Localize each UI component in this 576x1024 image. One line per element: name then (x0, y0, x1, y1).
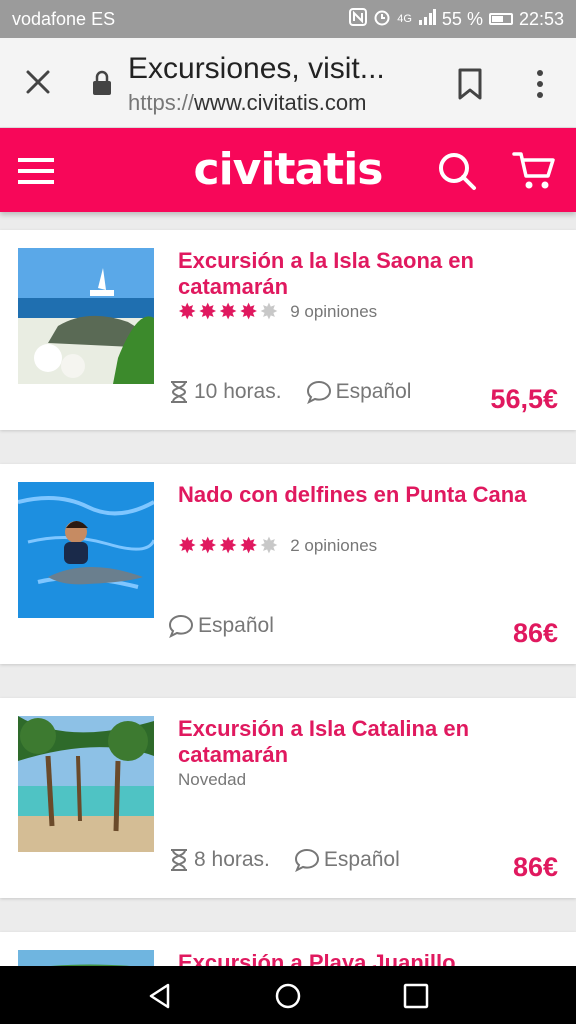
tour-title[interactable]: Nado con delfines en Punta Cana (178, 482, 528, 508)
signal-icon (418, 8, 436, 30)
tour-title[interactable]: Excursión a la Isla Saona en catamarán (178, 248, 528, 300)
language-label: Español (198, 614, 274, 637)
star-rating: ✸ ✸ ✸ ✸ ✸ (178, 299, 279, 324)
speech-bubble-icon (168, 614, 194, 638)
tour-card[interactable]: Excursión a la Isla Saona en catamarán ✸… (0, 230, 576, 430)
half-star-icon: ✸ (259, 299, 279, 324)
star-icon: ✸ (198, 533, 217, 558)
nfc-icon (349, 7, 368, 31)
tour-price: 86€ (512, 852, 558, 882)
tour-rating: ✸ ✸ ✸ ✸ ✸ 2 opiniones (178, 533, 377, 558)
browser-toolbar: Excursiones, visit... https://www.civita… (0, 38, 576, 128)
tour-meta: Español (168, 614, 274, 638)
tour-price: 86€ (512, 618, 558, 648)
battery-percent: 55 % (441, 8, 483, 29)
language: Español (294, 848, 400, 872)
cart-icon[interactable] (512, 150, 556, 192)
tour-price: 56,5€ (490, 384, 558, 414)
url-address[interactable]: https://www.civitatis.com (128, 90, 366, 116)
status-bar: vodafone ES 4G 55 % 22:53 (0, 0, 576, 38)
url-host: www.civitatis.com (194, 90, 367, 115)
battery-icon (488, 13, 513, 25)
star-icon: ✸ (239, 299, 258, 324)
star-icon: ✸ (198, 299, 217, 324)
civitatis-logo[interactable]: civitatis (0, 144, 576, 195)
duration-label: 8 horas. (194, 848, 270, 871)
star-icon: ✸ (239, 533, 258, 558)
duration: 10 horas. (168, 380, 282, 404)
language-label: Español (335, 380, 412, 403)
duration: 8 horas. (168, 848, 270, 872)
language: Español (168, 614, 274, 638)
lock-icon (93, 70, 111, 95)
more-options-icon[interactable] (530, 68, 550, 100)
star-icon: ✸ (178, 299, 197, 324)
speech-bubble-icon (294, 848, 319, 872)
star-rating: ✸ ✸ ✸ ✸ ✸ (178, 533, 279, 558)
hourglass-icon (171, 849, 187, 871)
duration-label: 10 horas. (194, 380, 282, 403)
carrier-label: vodafone ES (12, 8, 116, 29)
speech-bubble-icon (306, 380, 331, 404)
bookmark-icon[interactable] (457, 68, 483, 100)
hourglass-icon (171, 381, 187, 403)
star-icon: ✸ (218, 533, 238, 558)
tour-meta: 10 horas. Español (168, 380, 411, 404)
tour-card[interactable]: Excursión a Isla Catalina en catamarán N… (0, 698, 576, 898)
tour-image-dolphins[interactable] (18, 482, 154, 618)
tour-card[interactable]: Nado con delfines en Punta Cana ✸ ✸ ✸ ✸ … (0, 464, 576, 664)
home-icon[interactable] (274, 982, 302, 1010)
tour-title[interactable]: Excursión a Isla Catalina en catamarán (178, 716, 528, 768)
network-type-icon: 4G (397, 13, 412, 25)
opinions-count[interactable]: 2 opiniones (290, 536, 377, 556)
close-icon[interactable] (22, 66, 54, 98)
page-title[interactable]: Excursiones, visit... (128, 52, 418, 86)
tour-image-saona[interactable] (18, 248, 154, 384)
recent-apps-icon[interactable] (402, 982, 430, 1010)
star-icon: ✸ (218, 299, 238, 324)
status-icons: 4G 55 % 22:53 (349, 7, 564, 31)
new-badge: Novedad (178, 770, 247, 789)
url-protocol: https:// (128, 90, 195, 115)
tour-rating: ✸ ✸ ✸ ✸ ✸ 9 opiniones (178, 299, 377, 324)
clock: 22:53 (518, 8, 564, 29)
opinions-count[interactable]: 9 opiniones (290, 302, 377, 322)
language: Español (306, 380, 412, 404)
star-icon: ✸ (178, 533, 197, 558)
back-icon[interactable] (146, 982, 174, 1010)
site-header: civitatis (0, 128, 576, 212)
half-star-icon: ✸ (259, 533, 279, 558)
android-nav-bar (0, 966, 576, 1024)
language-label: Español (323, 848, 400, 871)
alarm-icon (373, 8, 391, 31)
tour-meta: 8 horas. Español (168, 848, 400, 872)
search-icon[interactable] (436, 150, 478, 192)
tour-image-catalina[interactable] (18, 716, 154, 852)
